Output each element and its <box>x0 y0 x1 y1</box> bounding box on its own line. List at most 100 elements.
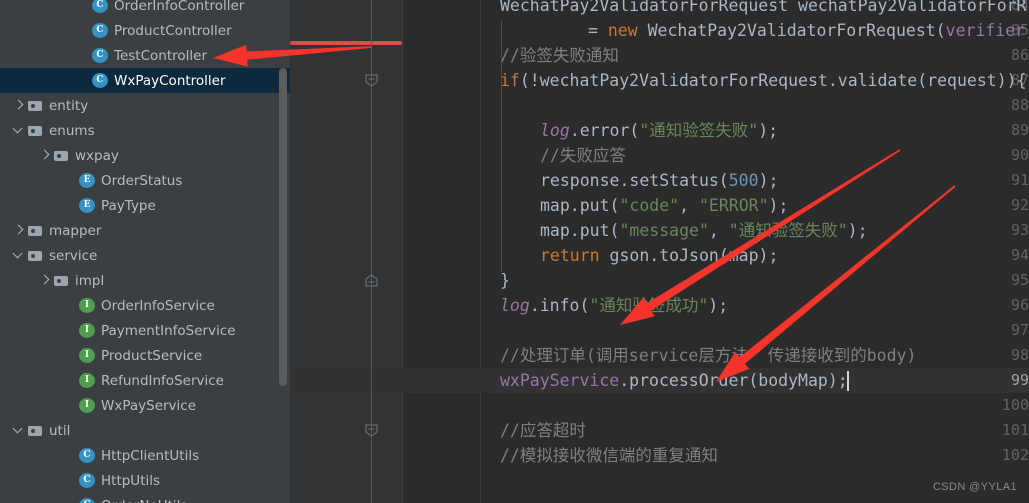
tree-item-orderstatus[interactable]: E OrderStatus <box>0 168 290 193</box>
code-token: .processOrder(bodyMap); <box>619 371 848 390</box>
code-token: "code" <box>619 196 680 215</box>
tree-item-wxpay[interactable]: wxpay <box>0 143 290 168</box>
tree-item-util[interactable]: util <box>0 418 290 443</box>
code-token: .error( <box>569 121 640 140</box>
code-line-94[interactable]: return gson.toJson(map); <box>540 243 778 268</box>
tree-item-refundinfoservice[interactable]: I RefundInfoService <box>0 368 290 393</box>
chevron-right-icon[interactable] <box>13 99 26 112</box>
code-line-96[interactable]: log.info("通知验签成功"); <box>500 293 728 318</box>
tree-item-testcontroller[interactable]: C TestController <box>0 43 290 68</box>
tree-item-label: service <box>49 247 98 264</box>
tree-item-label: util <box>49 422 71 439</box>
code-token: map.put( <box>540 196 620 215</box>
sidebar-scrollbar[interactable] <box>279 68 287 386</box>
tree-item-label: mapper <box>49 222 102 239</box>
chevron-down-icon[interactable] <box>13 249 26 262</box>
code-token: WechatPay2ValidatorForRequest( <box>647 21 946 40</box>
tree-item-label: entity <box>49 97 89 114</box>
code-token: "通知验签成功" <box>589 296 709 315</box>
chevron-right-icon[interactable] <box>39 274 52 287</box>
code-token: "ERROR" <box>698 196 769 215</box>
project-tree-panel[interactable]: C OrderInfoController C ProductController C T… <box>0 0 290 503</box>
gutter-divider-2 <box>480 0 481 503</box>
line-number: 91 <box>1010 171 1029 189</box>
tree-item-productservice[interactable]: I ProductService <box>0 343 290 368</box>
code-line-86[interactable]: //验签失败通知 <box>500 43 619 68</box>
gutter-divider <box>402 0 403 503</box>
code-line-91[interactable]: response.setStatus(500); <box>540 168 778 193</box>
code-editor[interactable]: 84 85 86 87 88 89 90 91 92 93 94 95 96 97 98 99 100 101 10… <box>290 0 1029 503</box>
code-token: log <box>500 296 530 315</box>
code-line-87[interactable]: if(!wechatPay2ValidatorForRequest.valida… <box>500 68 1027 93</box>
code-line-89[interactable]: log.error("通知验签失败"); <box>540 118 778 143</box>
folder-icon <box>27 223 43 239</box>
class-icon: C <box>92 23 108 38</box>
code-line-102[interactable]: //模拟接收微信端的重复通知 <box>500 443 718 468</box>
code-token: } <box>500 271 510 290</box>
code-token: , <box>679 196 699 215</box>
code-line-92[interactable]: map.put("code", "ERROR"); <box>540 193 788 218</box>
tree-item-service[interactable]: service <box>0 243 290 268</box>
tree-item-label: impl <box>75 272 105 289</box>
folder-icon <box>27 248 43 264</box>
chevron-right-icon[interactable] <box>13 224 26 237</box>
code-line-101[interactable]: //应答超时 <box>500 418 586 443</box>
code-line-90[interactable]: //失败应答 <box>540 143 626 168</box>
tree-item-label: RefundInfoService <box>101 372 224 389</box>
chevron-right-icon[interactable] <box>39 149 52 162</box>
interface-icon: I <box>79 323 95 338</box>
code-token: gson.toJson(map); <box>609 246 779 265</box>
tree-item-label: ProductController <box>114 22 232 39</box>
code-line-85[interactable]: = new WechatPay2ValidatorForRequest(veri… <box>588 18 1029 43</box>
tree-item-ordernoutils[interactable]: C OrderNoUtils <box>0 493 290 503</box>
tree-item-orderinfocontroller[interactable]: C OrderInfoController <box>0 0 290 18</box>
tree-item-label: PayType <box>101 197 156 214</box>
chevron-down-icon[interactable] <box>13 124 26 137</box>
tree-item-wxpaycontroller[interactable]: C WxPayController <box>0 68 290 93</box>
code-line-98[interactable]: //处理订单(调用service层方法 传递接收到的body) <box>500 343 916 368</box>
code-line-93[interactable]: map.put("message", "通知验签失败"); <box>540 218 868 243</box>
ide-window: C OrderInfoController C ProductController C T… <box>0 0 1029 503</box>
fold-marker-block-start[interactable] <box>364 424 379 437</box>
tree-item-productcontroller[interactable]: C ProductController <box>0 18 290 43</box>
fold-marker-block-end[interactable] <box>364 274 379 287</box>
tree-item-httputils[interactable]: C HttpUtils <box>0 468 290 493</box>
tree-item-enums[interactable]: enums <box>0 118 290 143</box>
folder-icon <box>27 423 43 439</box>
tree-item-wxpayservice[interactable]: I WxPayService <box>0 393 290 418</box>
tree-item-paymentinfoservice[interactable]: I PaymentInfoService <box>0 318 290 343</box>
tree-item-impl[interactable]: impl <box>0 268 290 293</box>
code-token: ); <box>758 121 779 140</box>
code-token: (!wechatPay2ValidatorForRequest.validate… <box>519 71 1027 90</box>
code-token: , <box>708 221 729 240</box>
indent-guide <box>501 20 502 272</box>
code-token: ); <box>847 221 868 240</box>
code-line-84[interactable]: WechatPay2ValidatorForRequest wechatPay2… <box>500 0 1027 18</box>
chevron-down-icon[interactable] <box>13 424 26 437</box>
folder-icon <box>27 123 43 139</box>
code-line-99[interactable]: wxPayService.processOrder(bodyMap); <box>500 368 848 393</box>
editor-gutter[interactable] <box>290 0 402 503</box>
tree-item-httpclientutils[interactable]: C HttpClientUtils <box>0 443 290 468</box>
line-number: 95 <box>1010 271 1029 289</box>
tree-item-entity[interactable]: entity <box>0 93 290 118</box>
line-number: 90 <box>1010 146 1029 164</box>
tree-item-mapper[interactable]: mapper <box>0 218 290 243</box>
tree-item-orderinfoservice[interactable]: I OrderInfoService <box>0 293 290 318</box>
fold-marker-block-start[interactable] <box>364 74 379 87</box>
tree-item-paytype[interactable]: E PayType <box>0 193 290 218</box>
